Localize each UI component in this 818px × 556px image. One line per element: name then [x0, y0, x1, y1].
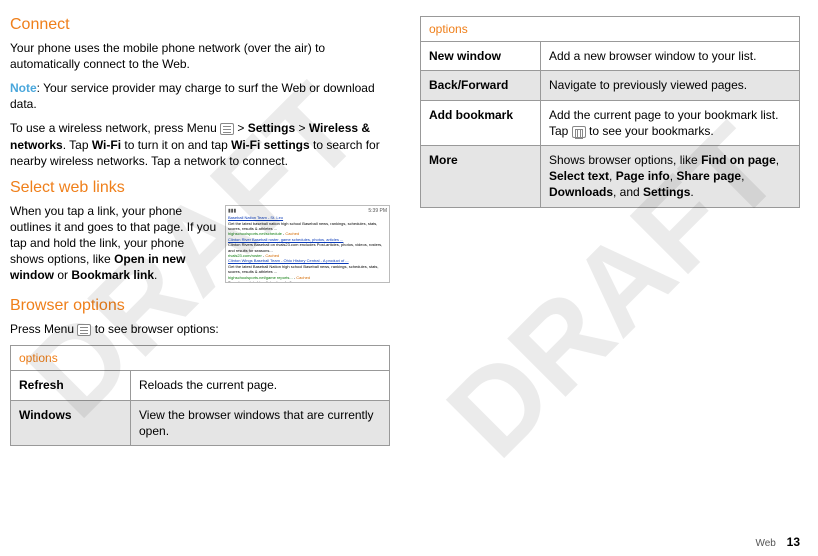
- related-searches: Searches related to clinton baseball: [228, 280, 291, 283]
- text: Press Menu: [10, 322, 77, 336]
- wifi-label: Wi-Fi: [92, 138, 121, 152]
- text: Shows browser options, like: [549, 153, 701, 167]
- text: to see your bookmarks.: [586, 124, 714, 138]
- note-paragraph: Note: Your service provider may charge t…: [10, 80, 390, 112]
- page-footer: Web 13: [755, 534, 800, 551]
- result-snippet: Get the latest baseball nation high scho…: [228, 221, 377, 231]
- text: .: [690, 185, 693, 199]
- text: >: [234, 121, 248, 135]
- text: , and: [613, 185, 643, 199]
- time-label: 5:39 PM: [368, 208, 387, 215]
- option-label: More: [421, 145, 541, 207]
- text: to see browser options:: [91, 322, 218, 336]
- option-desc: Navigate to previously viewed pages.: [541, 71, 800, 100]
- option-label: Refresh: [11, 371, 131, 400]
- text: ,: [776, 153, 779, 167]
- heading-browser-options: Browser options: [10, 295, 390, 317]
- options-header: options: [11, 346, 390, 371]
- page-info-label: Page info: [616, 169, 670, 183]
- option-desc: Shows browser options, like Find on page…: [541, 145, 800, 207]
- note-label: Note: [10, 81, 37, 95]
- table-row: New window Add a new browser window to y…: [421, 42, 800, 71]
- table-row: More Shows browser options, like Find on…: [421, 145, 800, 207]
- table-row: Windows View the browser windows that ar…: [11, 400, 390, 445]
- table-row: Back/Forward Navigate to previously view…: [421, 71, 800, 100]
- result-snippet: Clinton Rivers Baseball on rivals23.com …: [228, 242, 382, 252]
- text: To use a wireless network, press Menu: [10, 121, 220, 135]
- options-table-left: options Refresh Reloads the current page…: [10, 345, 390, 446]
- text: . Tap: [63, 138, 92, 152]
- options-header: options: [421, 17, 800, 42]
- option-label: Add bookmark: [421, 100, 541, 145]
- result-url: rivals23.com/roster: [228, 253, 262, 258]
- left-column: Connect Your phone uses the mobile phone…: [10, 10, 390, 446]
- option-desc: View the browser windows that are curren…: [131, 400, 390, 445]
- section-name: Web: [755, 538, 775, 549]
- table-row: Add bookmark Add the current page to you…: [421, 100, 800, 145]
- option-label: Back/Forward: [421, 71, 541, 100]
- search-results-illustration: ▮▮▮5:39 PM Baseball Nation Team - St. Le…: [225, 205, 390, 283]
- page-number: 13: [787, 535, 800, 549]
- option-desc: Add the current page to your bookmark li…: [541, 100, 800, 145]
- heading-connect: Connect: [10, 14, 390, 36]
- option-label: New window: [421, 42, 541, 71]
- share-page-label: Share page: [676, 169, 741, 183]
- text: ,: [609, 169, 616, 183]
- bookmark-link-label: Bookmark link: [71, 268, 154, 282]
- right-column: options New window Add a new browser win…: [420, 10, 800, 446]
- text: or: [54, 268, 71, 282]
- downloads-label: Downloads: [549, 185, 613, 199]
- result-url: highschoolsports.net/schedule: [228, 231, 282, 236]
- result-snippet: Get the latest Baseball Nation high scho…: [228, 264, 379, 274]
- wifi-settings-label: Wi-Fi settings: [231, 138, 310, 152]
- heading-select-links: Select web links: [10, 177, 390, 199]
- options-table-right: options New window Add a new browser win…: [420, 16, 800, 208]
- settings-label: Settings: [248, 121, 295, 135]
- table-row: Refresh Reloads the current page.: [11, 371, 390, 400]
- settings-label: Settings: [643, 185, 690, 199]
- result-url: highschoolsports.net/game reports...: [228, 275, 293, 280]
- wireless-paragraph: To use a wireless network, press Menu > …: [10, 120, 390, 169]
- note-text: : Your service provider may charge to su…: [10, 81, 375, 111]
- text: .: [154, 268, 157, 282]
- select-text-label: Select text: [549, 169, 609, 183]
- browser-options-intro: Press Menu to see browser options:: [10, 321, 390, 337]
- cached-link: Cached: [296, 275, 310, 280]
- cached-link: Cached: [265, 253, 279, 258]
- signal-icon: ▮▮▮: [228, 208, 236, 215]
- menu-icon: [77, 324, 91, 336]
- option-desc: Add a new browser window to your list.: [541, 42, 800, 71]
- text: >: [295, 121, 309, 135]
- option-label: Windows: [11, 400, 131, 445]
- connect-paragraph: Your phone uses the mobile phone network…: [10, 40, 390, 72]
- menu-icon: [220, 123, 234, 135]
- find-on-page-label: Find on page: [701, 153, 776, 167]
- option-desc: Reloads the current page.: [131, 371, 390, 400]
- text: to turn it on and tap: [121, 138, 231, 152]
- text: ,: [741, 169, 744, 183]
- bookmark-icon: [572, 126, 586, 138]
- cached-link: Cached: [285, 231, 299, 236]
